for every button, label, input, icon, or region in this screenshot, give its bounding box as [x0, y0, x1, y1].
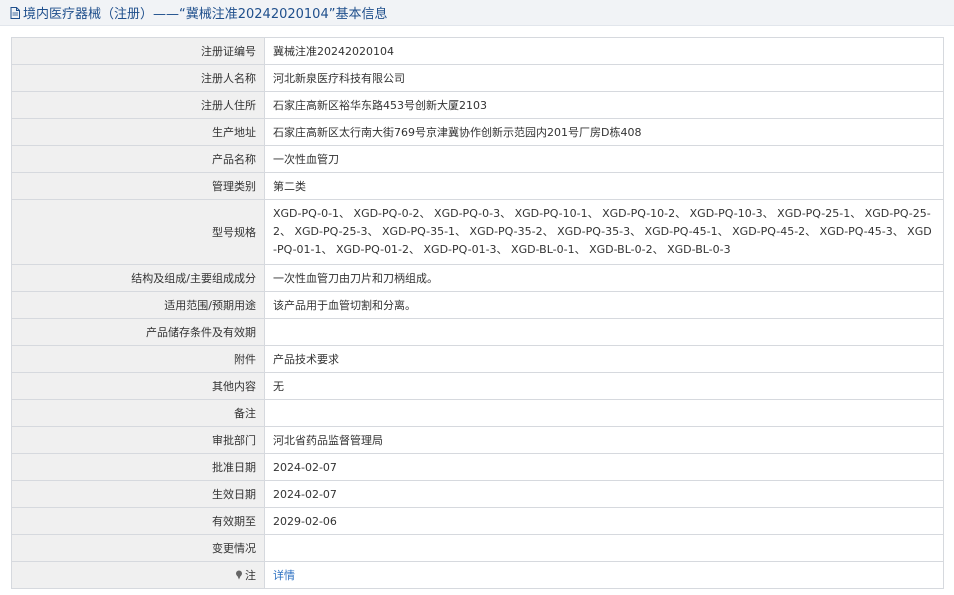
info-table: 注册证编号 冀械注准20242020104 注册人名称 河北新泉医疗科技有限公司…: [11, 37, 944, 589]
info-table-container: 注册证编号 冀械注准20242020104 注册人名称 河北新泉医疗科技有限公司…: [11, 37, 944, 589]
page-header: 境内医疗器械（注册）——“冀械注准20242020104”基本信息: [0, 0, 954, 26]
table-row: 适用范围/预期用途 该产品用于血管切割和分离。: [11, 291, 944, 319]
row-label-registrant-address: 注册人住所: [11, 91, 265, 119]
row-value-structure-composition: 一次性血管刀由刀片和刀柄组成。: [264, 264, 944, 292]
row-label-management-category: 管理类别: [11, 172, 265, 200]
row-value-management-category: 第二类: [264, 172, 944, 200]
row-value-approval-department: 河北省药品监督管理局: [264, 426, 944, 454]
pin-icon: [236, 570, 242, 580]
table-row: 其他内容 无: [11, 372, 944, 400]
table-row: 有效期至 2029-02-06: [11, 507, 944, 535]
table-row: 注册人住所 石家庄高新区裕华东路453号创新大厦2103: [11, 91, 944, 119]
table-row: 生效日期 2024-02-07: [11, 480, 944, 508]
row-value-model-spec: XGD-PQ-0-1、 XGD-PQ-0-2、 XGD-PQ-0-3、 XGD-…: [264, 199, 944, 265]
note-label-text: 注: [245, 569, 256, 582]
row-label-note: 注: [11, 561, 265, 589]
row-label-product-name: 产品名称: [11, 145, 265, 173]
table-row: 审批部门 河北省药品监督管理局: [11, 426, 944, 454]
row-label-other-content: 其他内容: [11, 372, 265, 400]
row-label-production-address: 生产地址: [11, 118, 265, 146]
page-title: 境内医疗器械（注册）——“冀械注准20242020104”基本信息: [23, 7, 388, 22]
table-row: 注 详情: [11, 561, 944, 589]
document-icon: [10, 6, 20, 19]
row-value-product-name: 一次性血管刀: [264, 145, 944, 173]
table-row: 批准日期 2024-02-07: [11, 453, 944, 481]
row-label-approval-date: 批准日期: [11, 453, 265, 481]
table-row: 注册人名称 河北新泉医疗科技有限公司: [11, 64, 944, 92]
row-value-note: 详情: [264, 561, 944, 589]
row-value-production-address: 石家庄高新区太行南大街769号京津冀协作创新示范园内201号厂房D栋408: [264, 118, 944, 146]
row-value-effective-date: 2024-02-07: [264, 480, 944, 508]
table-row: 型号规格 XGD-PQ-0-1、 XGD-PQ-0-2、 XGD-PQ-0-3、…: [11, 199, 944, 265]
table-row: 结构及组成/主要组成成分 一次性血管刀由刀片和刀柄组成。: [11, 264, 944, 292]
row-value-registrant-address: 石家庄高新区裕华东路453号创新大厦2103: [264, 91, 944, 119]
row-label-registrant-name: 注册人名称: [11, 64, 265, 92]
row-label-remarks: 备注: [11, 399, 265, 427]
row-value-change-history: [264, 534, 944, 562]
row-label-approval-department: 审批部门: [11, 426, 265, 454]
table-row: 产品储存条件及有效期: [11, 318, 944, 346]
row-label-effective-date: 生效日期: [11, 480, 265, 508]
row-label-storage-conditions: 产品储存条件及有效期: [11, 318, 265, 346]
row-value-remarks: [264, 399, 944, 427]
row-value-registrant-name: 河北新泉医疗科技有限公司: [264, 64, 944, 92]
table-row: 变更情况: [11, 534, 944, 562]
table-row: 注册证编号 冀械注准20242020104: [11, 37, 944, 65]
row-label-model-spec: 型号规格: [11, 199, 265, 265]
table-row: 生产地址 石家庄高新区太行南大街769号京津冀协作创新示范园内201号厂房D栋4…: [11, 118, 944, 146]
row-value-attachments: 产品技术要求: [264, 345, 944, 373]
row-value-intended-use: 该产品用于血管切割和分离。: [264, 291, 944, 319]
row-value-approval-date: 2024-02-07: [264, 453, 944, 481]
row-label-registration-number: 注册证编号: [11, 37, 265, 65]
table-row: 备注: [11, 399, 944, 427]
table-row: 产品名称 一次性血管刀: [11, 145, 944, 173]
row-value-other-content: 无: [264, 372, 944, 400]
row-label-valid-until: 有效期至: [11, 507, 265, 535]
row-value-valid-until: 2029-02-06: [264, 507, 944, 535]
row-label-structure-composition: 结构及组成/主要组成成分: [11, 264, 265, 292]
row-value-registration-number: 冀械注准20242020104: [264, 37, 944, 65]
row-label-change-history: 变更情况: [11, 534, 265, 562]
table-row: 附件 产品技术要求: [11, 345, 944, 373]
row-value-storage-conditions: [264, 318, 944, 346]
row-label-attachments: 附件: [11, 345, 265, 373]
details-link[interactable]: 详情: [273, 569, 295, 582]
row-label-intended-use: 适用范围/预期用途: [11, 291, 265, 319]
table-row: 管理类别 第二类: [11, 172, 944, 200]
